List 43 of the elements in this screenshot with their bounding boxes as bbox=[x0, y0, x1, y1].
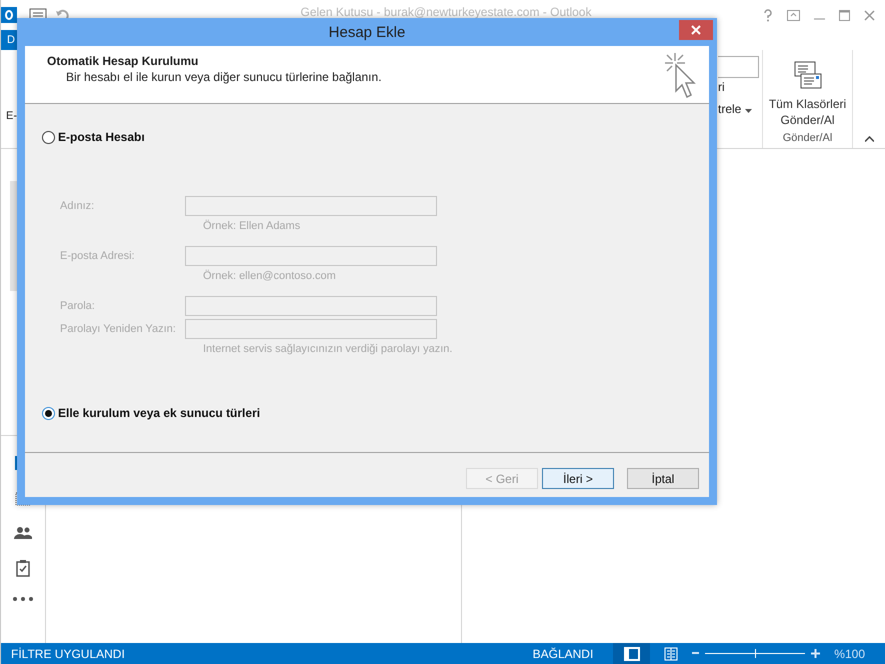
caret-icon bbox=[744, 109, 752, 113]
field-hint: Örnek: ellen@contoso.com bbox=[203, 268, 337, 284]
people-icon[interactable] bbox=[14, 526, 32, 540]
ribbon-label: ri bbox=[718, 80, 726, 94]
field-hint: Internet servis sağlayıcınızın verdiği parolayı yazın. bbox=[203, 342, 454, 357]
collapse-ribbon-icon[interactable] bbox=[864, 136, 874, 142]
ribbon-label: E- bbox=[5, 110, 17, 122]
field-label: Parola: bbox=[60, 300, 96, 312]
field-hint: Örnek: Ellen Adams bbox=[203, 218, 302, 234]
outlook-icon[interactable] bbox=[1, 7, 17, 23]
maximize-icon[interactable] bbox=[839, 10, 850, 20]
layout-icon bbox=[624, 646, 640, 660]
group-label: Gönder/Al bbox=[782, 132, 832, 144]
zoom-out-icon[interactable] bbox=[692, 652, 700, 655]
search-field[interactable] bbox=[718, 56, 759, 78]
connection-status: BAĞLANDI bbox=[532, 646, 594, 660]
tasks-icon[interactable] bbox=[16, 560, 30, 577]
dialog-button[interactable]: İptal bbox=[627, 468, 699, 489]
radio-option[interactable]: E-posta Hesabı bbox=[42, 130, 145, 144]
close-button[interactable] bbox=[679, 20, 713, 40]
envelopes-icon bbox=[792, 60, 822, 90]
radio-option[interactable]: Elle kurulum veya ek sunucu türleri bbox=[42, 406, 260, 420]
send-receive-button[interactable]: Tüm Klasörleri Gönder/Al bbox=[766, 58, 850, 130]
normal-view-button[interactable] bbox=[613, 643, 650, 664]
close-icon[interactable] bbox=[864, 10, 875, 20]
field-label: E-posta Adresi: bbox=[60, 250, 136, 262]
filter-status: FİLTRE UYGULANDI bbox=[10, 646, 126, 660]
dialog-subheading: Bir hesabı el ile kurun veya diğer sunucu türlerine bağlanın. bbox=[65, 70, 383, 84]
close-icon bbox=[691, 25, 701, 35]
ribbon-display-icon[interactable] bbox=[787, 10, 800, 20]
ribbon-tab[interactable]: D bbox=[1, 30, 17, 50]
more-icon[interactable] bbox=[13, 597, 33, 601]
help-icon[interactable] bbox=[763, 8, 773, 22]
window-title: Gelen Kutusu - burak@newturkeyestate.com - Outlook bbox=[300, 5, 592, 19]
zoom-in-icon[interactable] bbox=[811, 649, 820, 658]
field-label: Parolayı Yeniden Yazın: bbox=[60, 323, 177, 335]
dialog-heading: Otomatik Hesap Kurulumu bbox=[47, 54, 200, 68]
zoom-level: %100 bbox=[834, 646, 865, 660]
dialog-button[interactable]: İleri > bbox=[542, 468, 614, 489]
dialog-title: Hesap Ekle bbox=[328, 24, 406, 40]
filter-dropdown[interactable]: trele bbox=[718, 102, 762, 116]
reading-view-icon[interactable] bbox=[664, 646, 678, 660]
field-label: Adınız: bbox=[60, 200, 96, 212]
